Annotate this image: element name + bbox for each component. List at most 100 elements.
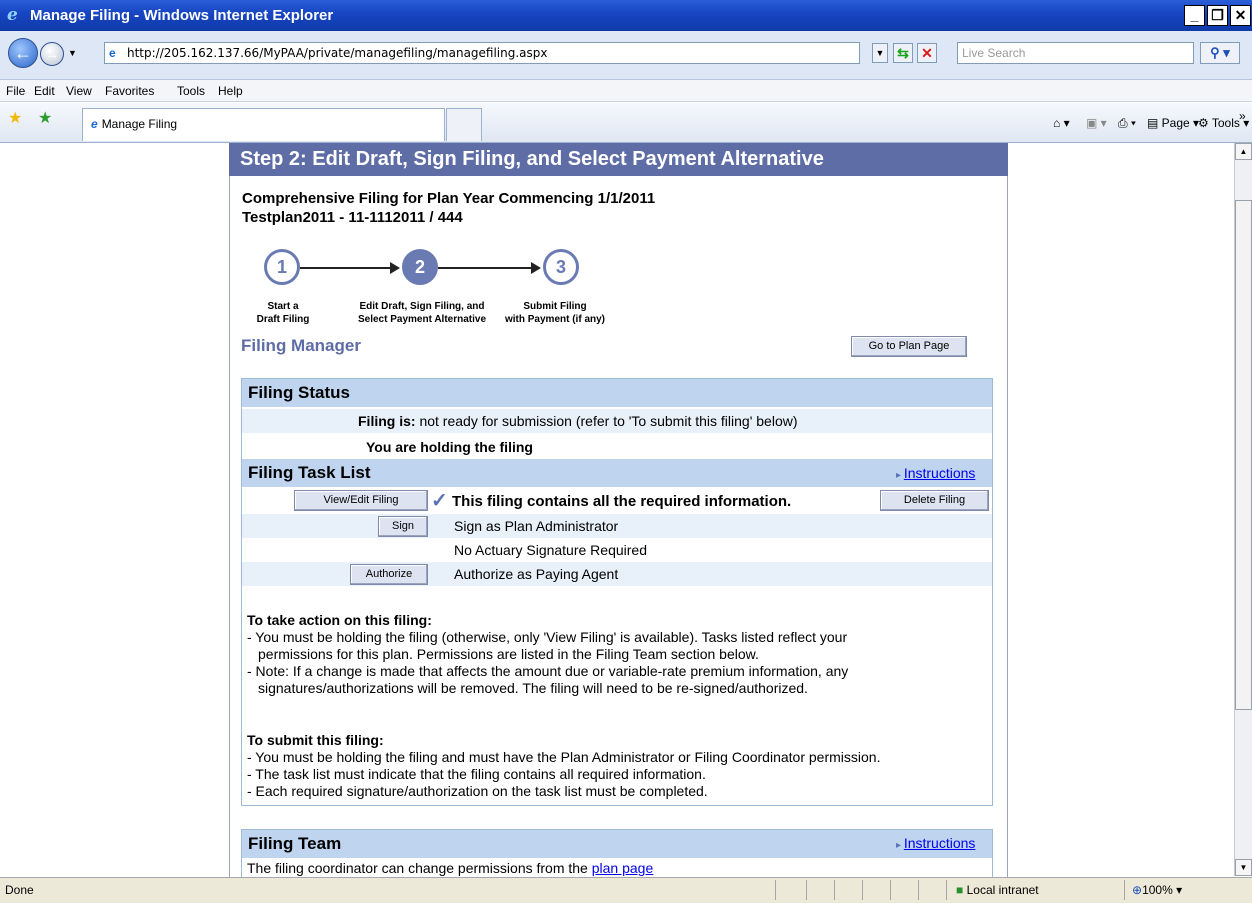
plan-title: Testplan2011 - 11-1112011 / 444 — [242, 209, 463, 226]
tools-menu-label: Tools — [1211, 116, 1240, 130]
arrow-head-icon — [390, 262, 400, 274]
status-text: Done — [5, 883, 34, 897]
menu-view[interactable]: View — [66, 83, 92, 99]
go-to-plan-button[interactable]: Go to Plan Page — [851, 336, 967, 357]
zoom-icon: ⊕ — [1132, 883, 1143, 897]
search-button[interactable]: ⚲ ▾ — [1200, 42, 1240, 64]
menu-favorites[interactable]: Favorites — [105, 83, 154, 99]
task-list-header: Filing Task List — [242, 459, 992, 487]
task-instructions[interactable]: ▸ Instructions — [896, 465, 975, 481]
status-bar — [0, 877, 1252, 903]
step-1-label: Start a Draft Filing — [246, 300, 320, 326]
step-arrow — [300, 267, 392, 269]
refresh-button[interactable]: ⇆ — [893, 43, 913, 63]
address-dropdown-button[interactable]: ▼ — [872, 43, 888, 63]
step-3-label: Submit Filing with Payment (if any) — [491, 300, 619, 326]
favorites-star-icon[interactable]: ★ — [8, 110, 22, 128]
tab-manage-filing[interactable]: e Manage Filing — [82, 108, 445, 141]
stop-button[interactable]: ✕ — [917, 43, 937, 63]
search-input[interactable]: Live Search — [957, 42, 1194, 64]
ie-logo-icon: e — [7, 5, 18, 25]
zoom-control[interactable]: ⊕100% ▾ — [1132, 879, 1182, 901]
filing-team-header: Filing Team — [242, 830, 992, 858]
step-header: Step 2: Edit Draft, Sign Filing, and Sel… — [229, 143, 1008, 176]
view-edit-filing-button[interactable]: View/Edit Filing — [294, 490, 428, 511]
status-separator — [834, 880, 835, 900]
menu-tools[interactable]: Tools — [177, 83, 205, 99]
minimize-button[interactable]: _ — [1184, 5, 1205, 26]
feeds-icon[interactable]: ▣ ▾ — [1086, 114, 1107, 132]
instructions-link[interactable]: Instructions — [904, 465, 976, 481]
take-action-line-2: permissions for this plan. Permissions a… — [258, 646, 759, 662]
filing-is-label: Filing is: — [358, 413, 416, 429]
filing-manager-title: Filing Manager — [241, 336, 361, 355]
filing-status-header: Filing Status — [242, 379, 992, 407]
take-action-line-4: signatures/authorizations will be remove… — [258, 680, 808, 696]
step-arrow — [438, 267, 533, 269]
close-window-button[interactable]: ✕ — [1230, 5, 1251, 26]
status-separator — [918, 880, 919, 900]
sign-button[interactable]: Sign — [378, 516, 428, 537]
maximize-button[interactable]: ❐ — [1207, 5, 1228, 26]
home-icon[interactable]: ⌂ ▾ — [1053, 114, 1070, 132]
instructions-link[interactable]: Instructions — [904, 835, 976, 851]
step-3-circle: 3 — [543, 249, 579, 285]
print-icon[interactable]: ⎙ ▾ — [1118, 114, 1136, 132]
back-button[interactable]: ← — [8, 38, 38, 68]
recent-pages-dropdown[interactable]: ▼ — [68, 46, 80, 60]
step-1-circle: 1 — [264, 249, 300, 285]
step-3-label-l2: with Payment (if any) — [504, 314, 605, 325]
submit-line-1: - You must be holding the filing and mus… — [247, 749, 881, 765]
scroll-down-button[interactable]: ▼ — [1235, 859, 1252, 876]
step-1-label-l1: Start a — [267, 301, 299, 312]
authorize-button[interactable]: Authorize — [350, 564, 428, 585]
plan-page-link[interactable]: plan page — [592, 860, 654, 876]
sign-task-text: Sign as Plan Administrator — [454, 518, 619, 534]
submit-title: To submit this filing: — [247, 732, 384, 748]
zone-indicator[interactable]: ■ Local intranet — [956, 879, 1039, 901]
chevron-right-icon: ▸ — [896, 840, 904, 851]
take-action-title: To take action on this filing: — [247, 612, 432, 628]
zone-label: Local intranet — [966, 883, 1039, 897]
page-icon: e — [109, 46, 116, 60]
forward-button[interactable]: → — [40, 42, 64, 66]
menu-help[interactable]: Help — [218, 83, 243, 99]
step-2-circle: 2 — [402, 249, 438, 285]
status-separator — [946, 880, 947, 900]
zoom-level: 100% — [1142, 883, 1173, 897]
scroll-thumb[interactable] — [1235, 200, 1252, 710]
filing-team-text: The filing coordinator can change permis… — [247, 860, 653, 876]
filing-is-value: not ready for submission (refer to 'To s… — [419, 413, 798, 429]
arrow-head-icon — [531, 262, 541, 274]
team-instructions[interactable]: ▸ Instructions — [896, 835, 975, 851]
window-title: Manage Filing - Windows Internet Explore… — [0, 0, 1252, 31]
add-favorites-icon[interactable]: ★ — [38, 110, 52, 128]
step-3-label-l1: Submit Filing — [523, 301, 587, 312]
scroll-up-button[interactable]: ▲ — [1235, 143, 1252, 160]
status-separator — [1124, 880, 1125, 900]
gear-icon: ⚙ — [1198, 116, 1212, 130]
status-separator — [890, 880, 891, 900]
submit-line-3: - Each required signature/authorization … — [247, 783, 708, 799]
new-tab-button[interactable] — [446, 108, 482, 141]
menu-edit[interactable]: Edit — [34, 83, 55, 99]
take-action-line-3: - Note: If a change is made that affects… — [247, 663, 849, 679]
checkmark-icon: ✓ — [431, 490, 448, 512]
filing-complete-text: This filing contains all the required in… — [452, 493, 792, 510]
chevron-right-icon: ▸ — [896, 470, 904, 481]
delete-filing-button[interactable]: Delete Filing — [880, 490, 989, 511]
take-action-line-1: - You must be holding the filing (otherw… — [247, 629, 848, 645]
step-2-label-l1: Edit Draft, Sign Filing, and — [359, 301, 485, 312]
filing-status-row: Filing is: not ready for submission (ref… — [242, 409, 992, 433]
page-icon: e — [91, 117, 98, 131]
chevron-more-icon[interactable]: » — [1239, 107, 1246, 125]
step-2-label: Edit Draft, Sign Filing, and Select Payme… — [346, 300, 498, 326]
menu-file[interactable]: File — [6, 83, 25, 99]
intranet-icon: ■ — [956, 883, 967, 897]
status-separator — [862, 880, 863, 900]
page-menu[interactable]: ▤ Page ▾ — [1147, 114, 1199, 132]
submit-line-2: - The task list must indicate that the f… — [247, 766, 706, 782]
address-input[interactable]: http://205.162.137.66/MyPAA/private/mana… — [104, 42, 860, 64]
holding-status: You are holding the filing — [366, 439, 533, 455]
tab-label: Manage Filing — [101, 117, 178, 131]
